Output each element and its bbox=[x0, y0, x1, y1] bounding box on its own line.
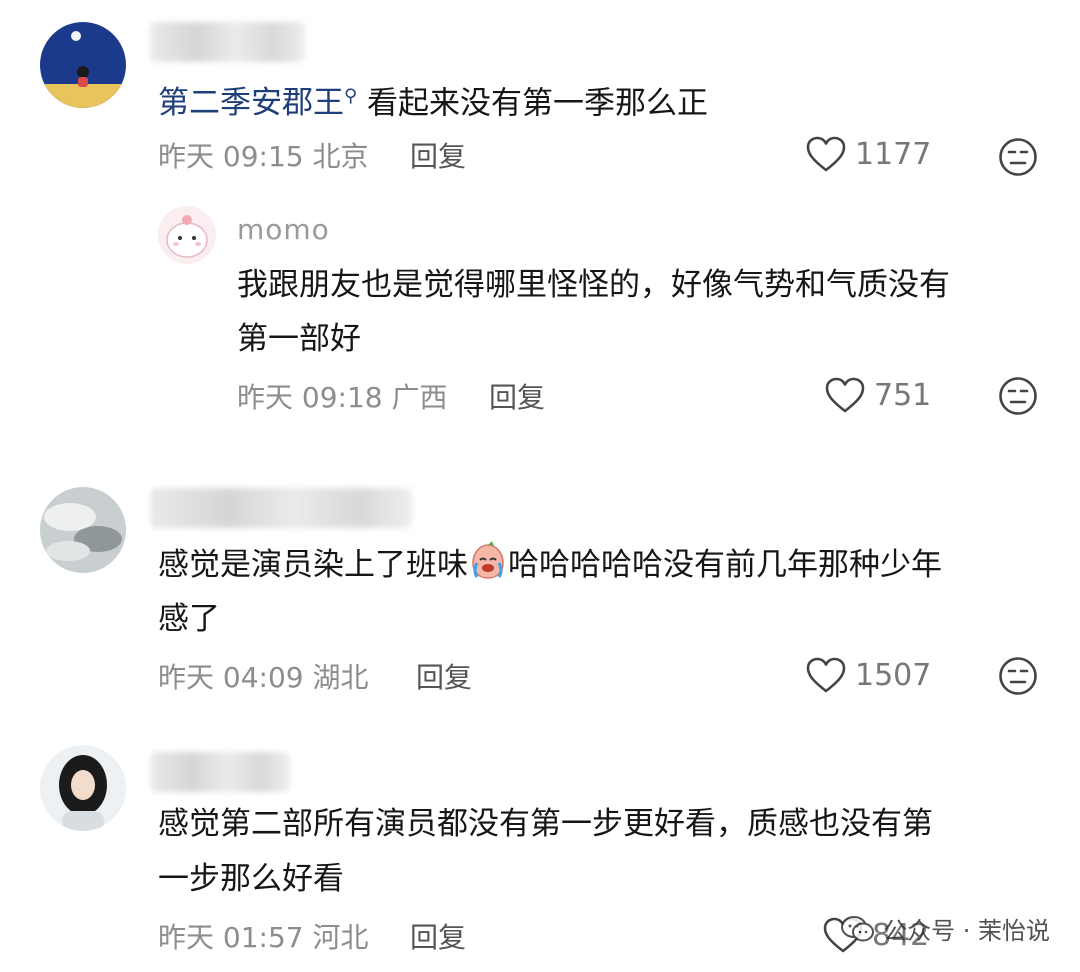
meh-face-icon[interactable] bbox=[998, 137, 1038, 177]
avatar-image bbox=[40, 487, 126, 573]
avatar-image bbox=[40, 745, 126, 831]
reply-text-line-1: 我跟朋友也是觉得哪里怪怪的，好像气势和气质没有 bbox=[237, 267, 950, 303]
meh-face-icon[interactable] bbox=[998, 376, 1038, 416]
comment-text-line-1: 感觉是演员染上了班味 哈哈哈哈哈没有前几年那种少年 bbox=[158, 536, 942, 594]
watermark: 公众号 · 茉怡说 bbox=[841, 911, 1050, 946]
reply-avatar[interactable] bbox=[158, 206, 216, 264]
heart-outline-icon bbox=[825, 377, 865, 413]
author-name-blurred[interactable] bbox=[150, 488, 412, 528]
meh-face-icon[interactable] bbox=[998, 656, 1038, 696]
author-name-blurred[interactable] bbox=[150, 22, 305, 62]
wechat-icon bbox=[841, 915, 875, 941]
mention-link[interactable]: 第二季安郡王⚲ bbox=[158, 85, 357, 121]
reply-button[interactable]: 回复 bbox=[489, 376, 545, 416]
crying-laugh-emoji bbox=[472, 541, 504, 579]
avatar[interactable] bbox=[40, 487, 126, 573]
heart-outline-icon bbox=[806, 657, 846, 693]
avatar[interactable] bbox=[40, 745, 126, 831]
like-count: 1507 bbox=[855, 657, 932, 693]
author-name-blurred[interactable] bbox=[150, 752, 290, 792]
avatar-image bbox=[40, 22, 126, 108]
reply-meta: 昨天 09:18 广西 bbox=[237, 381, 448, 414]
heart-outline-icon bbox=[806, 136, 846, 172]
comment-text: 第二季安郡王⚲ 看起来没有第一季那么正 bbox=[158, 85, 709, 122]
like-count: 751 bbox=[874, 377, 932, 413]
like-button[interactable]: 1177 bbox=[805, 135, 931, 173]
reply-button[interactable]: 回复 bbox=[410, 135, 466, 175]
comment-text-line-2: 一步那么好看 bbox=[158, 861, 344, 897]
reply-button[interactable]: 回复 bbox=[416, 656, 472, 696]
like-count: 1177 bbox=[855, 136, 932, 172]
comment-text-line-2: 感了 bbox=[158, 601, 220, 637]
like-button[interactable]: 1507 bbox=[805, 656, 931, 694]
comment-meta: 昨天 01:57 河北 bbox=[158, 921, 369, 954]
like-button[interactable]: 751 bbox=[824, 376, 931, 414]
comment-text-line-1: 感觉第二部所有演员都没有第一步更好看，质感也没有第 bbox=[158, 806, 933, 842]
comment-meta: 昨天 09:15 北京 bbox=[158, 140, 369, 173]
reply-text-line-2: 第一部好 bbox=[237, 321, 361, 357]
comment-meta: 昨天 04:09 湖北 bbox=[158, 661, 369, 694]
search-icon: ⚲ bbox=[344, 86, 358, 107]
watermark-text: 公众号 · 茉怡说 bbox=[883, 917, 1050, 945]
avatar[interactable] bbox=[40, 22, 126, 108]
reply-author-name[interactable]: momo bbox=[237, 213, 330, 246]
avatar-image bbox=[158, 206, 216, 264]
reply-button[interactable]: 回复 bbox=[410, 916, 466, 956]
